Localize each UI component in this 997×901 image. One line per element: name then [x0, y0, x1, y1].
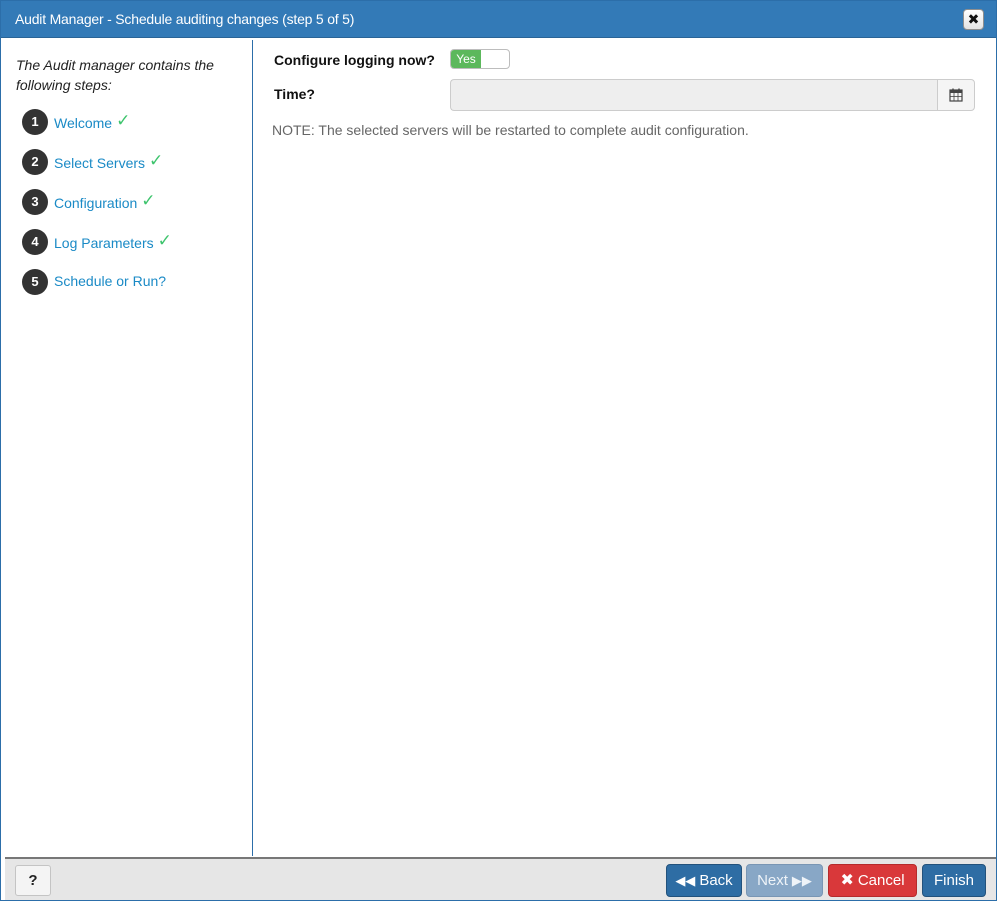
- close-icon: ✖: [967, 11, 980, 27]
- step-number: 1: [22, 109, 48, 135]
- back-label: Back: [699, 872, 733, 889]
- time-input[interactable]: [450, 79, 937, 111]
- double-chevron-left-icon: ◀◀: [675, 873, 696, 888]
- step-label: Configuration: [54, 195, 138, 211]
- audit-manager-dialog: Audit Manager - Schedule auditing change…: [0, 0, 997, 901]
- close-button[interactable]: ✖: [963, 9, 984, 30]
- calendar-button[interactable]: [937, 79, 975, 111]
- checkmark-icon: ✓: [141, 191, 156, 210]
- steps-sidebar: The Audit manager contains the following…: [5, 40, 253, 856]
- dialog-footer: ? ◀◀ Back Next ▶▶ ✖ Cancel Finish: [5, 857, 996, 900]
- checkmark-icon: ✓: [116, 111, 131, 130]
- step-label: Log Parameters: [54, 235, 154, 251]
- cancel-label: Cancel: [857, 872, 905, 889]
- toggle-yes-label: Yes: [451, 50, 481, 68]
- back-button[interactable]: ◀◀ Back: [666, 864, 742, 897]
- restart-note: NOTE: The selected servers will be resta…: [272, 122, 749, 138]
- step-number: 4: [22, 229, 48, 255]
- checkmark-icon: ✓: [149, 151, 164, 170]
- finish-button[interactable]: Finish: [922, 864, 986, 897]
- dialog-titlebar: Audit Manager - Schedule auditing change…: [1, 1, 996, 38]
- double-chevron-right-icon: ▶▶: [791, 873, 812, 888]
- next-label: Next: [757, 872, 788, 889]
- step-label: Schedule or Run?: [54, 273, 167, 289]
- steps-intro: The Audit manager contains the following…: [16, 57, 214, 93]
- cancel-button[interactable]: ✖ Cancel: [828, 864, 917, 897]
- help-button[interactable]: ?: [15, 865, 51, 896]
- step-number: 3: [22, 189, 48, 215]
- step-number: 5: [22, 269, 48, 295]
- calendar-icon: [949, 88, 963, 102]
- dialog-title: Audit Manager - Schedule auditing change…: [15, 11, 355, 27]
- step-label: Welcome: [54, 115, 113, 131]
- main-panel: Configure logging now? Yes Time? NOTE: T…: [253, 40, 996, 856]
- next-button[interactable]: Next ▶▶: [746, 864, 823, 897]
- time-label: Time?: [274, 86, 315, 102]
- checkmark-icon: ✓: [157, 231, 172, 250]
- step-label: Select Servers: [54, 155, 146, 171]
- x-icon: ✖: [840, 871, 854, 889]
- configure-logging-toggle[interactable]: Yes: [450, 49, 510, 69]
- step-number: 2: [22, 149, 48, 175]
- finish-label: Finish: [933, 872, 974, 889]
- configure-logging-label: Configure logging now?: [274, 52, 435, 68]
